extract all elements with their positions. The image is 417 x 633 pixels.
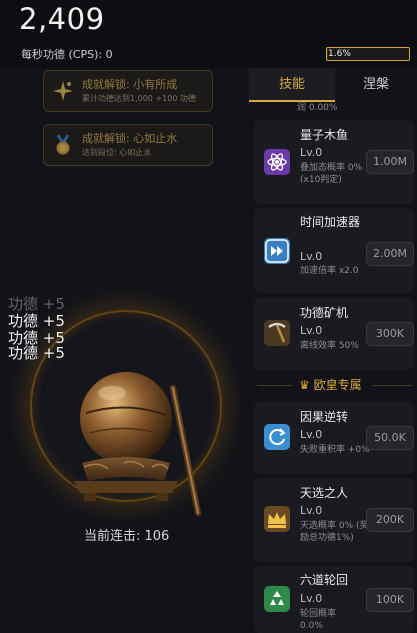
achievement-toast: 成就解锁: 心如止水 达到段位: 心如止水 [43, 124, 213, 166]
upgrade-name: 六道轮回 [300, 573, 349, 587]
tab-nirvana[interactable]: 涅槃 [335, 68, 417, 102]
toast-title: 成就解锁: 小有所成 [82, 78, 178, 91]
upgrade-card-quantum-fish[interactable]: 量子木鱼 Lv.0 叠加态概率 0% (x10判定) 1.00M [254, 120, 414, 204]
cps-label: 每秒功德 (CPS): 0 [21, 48, 113, 61]
buy-button[interactable]: 1.00M [366, 150, 414, 174]
fast-forward-icon [264, 238, 290, 264]
header-bar: 2,409 每秒功德 (CPS): 0 1.6% [0, 0, 417, 68]
section-title-text: 欧皇专属 [313, 378, 362, 392]
upgrade-desc: 天选概率 0% (奖励总功德1%) [300, 521, 369, 543]
combo-counter: 当前连击: 106 [84, 529, 170, 544]
section-header-lucky: ♛ 欧皇专属 [257, 376, 413, 394]
upgrade-level: Lv.0 [300, 504, 323, 517]
crown-icon: ♛ [299, 378, 310, 392]
divider [373, 385, 413, 386]
upgrade-level: Lv.0 [300, 250, 323, 263]
upgrade-level: Lv.0 [300, 592, 323, 605]
upgrade-card-karma-reversal[interactable]: 因果逆转 Lv.0 失败重积率 +0% 50.0K [254, 402, 414, 474]
toast-desc: 累计功德达到1,000 +100 功德 [82, 94, 196, 103]
upgrade-name: 功德矿机 [300, 306, 349, 320]
upgrade-level: Lv.0 [300, 324, 323, 337]
tab-skills[interactable]: 技能 [249, 68, 335, 102]
buy-button[interactable]: 2.00M [366, 242, 414, 266]
buy-button[interactable]: 300K [366, 322, 414, 346]
upgrade-name: 天选之人 [300, 486, 349, 500]
buy-button[interactable]: 100K [366, 588, 414, 612]
partial-card-text: 润 0.00% [297, 103, 338, 113]
buy-button[interactable]: 50.0K [366, 426, 414, 450]
upgrade-level: Lv.0 [300, 428, 323, 441]
divider [257, 385, 293, 386]
upgrade-card-six-realms[interactable]: 六道轮回 Lv.0 轮回概率 0.0% 100K [254, 566, 414, 633]
upgrade-desc: 加速倍率 x2.0 [300, 266, 359, 276]
refresh-icon [264, 424, 290, 450]
sparkle-icon [52, 80, 74, 102]
progress-text: 1.6% [328, 49, 351, 59]
floating-merit-text: 功德 +5 [8, 344, 65, 362]
achievement-toast: 成就解锁: 小有所成 累计功德达到1,000 +100 功德 [43, 70, 213, 112]
upgrade-desc: 失败重积率 +0% [300, 445, 370, 455]
upgrade-name: 时间加速器 [300, 214, 362, 230]
medal-icon [52, 134, 74, 156]
panel-tabs: 技能 涅槃 [249, 68, 417, 102]
upgrade-name-text: 时间加速器 [300, 215, 361, 229]
upgrade-desc: 离线效率 50% [300, 341, 359, 351]
crown-icon [264, 506, 290, 532]
section-title: ♛ 欧皇专属 [299, 376, 362, 393]
upgrade-level: Lv.0 [300, 146, 323, 159]
pickaxe-icon [264, 320, 290, 346]
toast-title: 成就解锁: 心如止水 [82, 132, 178, 145]
wooden-fish-area[interactable]: 成就解锁: 小有所成 累计功德达到1,000 +100 功德 成就解锁: 心如止… [0, 68, 249, 633]
upgrade-desc: 叠加态概率 0% (x10判定) [300, 163, 363, 185]
progress-bar: 1.6% [326, 47, 410, 61]
upgrade-panel: 技能 涅槃 润 0.00% 量子木鱼 Lv.0 叠加态概率 0% (x10判定)… [249, 68, 417, 633]
upgrade-card-chosen-one[interactable]: 天选之人 Lv.0 天选概率 0% (奖励总功德1%) 200K [254, 478, 414, 562]
upgrade-name: 因果逆转 [300, 410, 349, 424]
recycle-icon [264, 586, 290, 612]
upgrade-card-time-accelerator[interactable]: 时间加速器 Lv.0 加速倍率 x2.0 2.00M [254, 208, 414, 293]
upgrade-name: 量子木鱼 [300, 128, 349, 142]
atom-icon [264, 149, 290, 175]
buy-button[interactable]: 200K [366, 508, 414, 532]
floating-merit-text: 功德 +5 [8, 312, 65, 330]
upgrade-card-merit-miner[interactable]: 功德矿机 Lv.0 离线效率 50% 300K [254, 298, 414, 370]
toast-desc: 达到段位: 心如止水 [82, 148, 152, 157]
floating-merit-text: 功德 +5 [8, 295, 65, 313]
upgrade-desc: 轮回概率 0.0% [300, 609, 337, 631]
merit-score: 2,409 [19, 2, 105, 36]
